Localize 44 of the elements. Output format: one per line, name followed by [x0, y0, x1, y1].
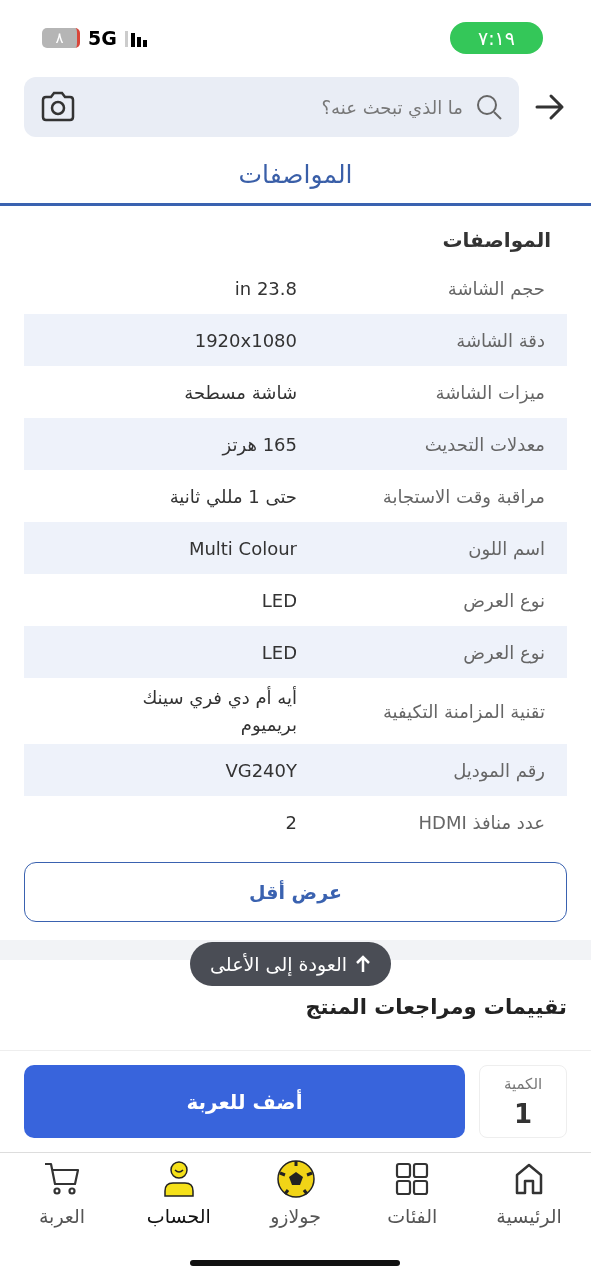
spec-label: مراقبة وقت الاستجابة: [381, 485, 545, 507]
soccer-ball-icon: [275, 1159, 316, 1199]
time-label: ٧:١٩: [449, 22, 543, 54]
search-bar[interactable]: ما الذي تبحث عنه؟: [24, 77, 519, 137]
spec-value: 165 هرتز: [220, 432, 297, 458]
battery-indicator: ٨: [42, 28, 80, 48]
show-less-button[interactable]: عرض أقل: [24, 862, 567, 922]
quantity-label: الكمية: [503, 1074, 543, 1093]
spec-value: أيه أم دي فري سينك بريميوم: [141, 685, 297, 738]
spec-value: Multi Colour: [187, 536, 297, 561]
nav-item[interactable]: الحساب: [128, 1159, 229, 1280]
spec-label: نوع العرض: [462, 589, 545, 611]
spec-value: حتى 1 مللي ثانية: [168, 484, 297, 510]
spec-label: دقة الشاشة: [455, 329, 545, 351]
spec-value: LED: [260, 588, 297, 613]
spec-label: حجم الشاشة: [446, 277, 545, 299]
spec-label: معدلات التحديث: [423, 433, 545, 455]
spec-value: 2: [284, 810, 297, 835]
spec-value: 23.8 in: [233, 276, 297, 301]
spec-value: 1920x1080: [193, 328, 297, 353]
spec-label: رقم الموديل: [452, 759, 545, 781]
spec-label: ميزات الشاشة: [434, 381, 545, 403]
tab[interactable]: المواصفات: [0, 148, 591, 206]
quantity-value: 1: [513, 1098, 533, 1129]
add-to-cart-button[interactable]: أضف للعربة: [24, 1065, 465, 1138]
spec-value: VG240Y: [224, 758, 297, 783]
spec-label: تقنية المزامنة التكيفية: [381, 700, 545, 722]
nav-item[interactable]: الرئيسية: [479, 1159, 579, 1280]
signal-icon: [124, 29, 149, 47]
spec-label: نوع العرض: [462, 641, 545, 663]
spec-label: اسم اللون: [467, 537, 545, 559]
back-to-top-button[interactable]: العودة إلى الأعلى: [190, 942, 392, 986]
spec-value: LED: [260, 640, 297, 665]
camera-icon[interactable]: [40, 91, 76, 123]
search-icon: [475, 93, 503, 121]
spec-value: شاشة مسطحة: [183, 380, 297, 405]
section-heading: تقييمات ومراجعات المنتج: [305, 995, 567, 1019]
search-field[interactable]: ما الذي تبحث عنه؟: [86, 95, 465, 119]
up-arrow-icon: [355, 955, 372, 973]
nav-item[interactable]: الفئات: [362, 1159, 463, 1280]
network-label: 5G: [88, 27, 117, 49]
section-title: المواصفات: [441, 227, 552, 254]
spec-label: عدد منافذ HDMI: [417, 811, 545, 833]
nav-item[interactable]: العربة: [12, 1159, 112, 1280]
